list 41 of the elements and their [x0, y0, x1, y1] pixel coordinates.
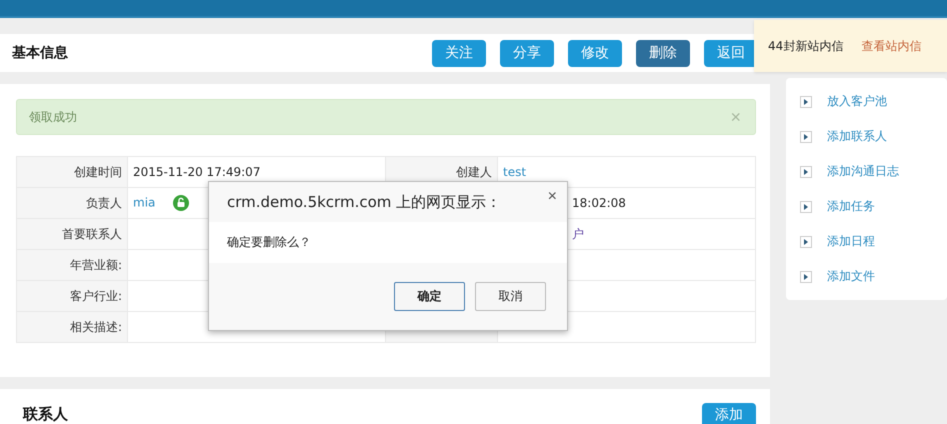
field-label: 创建人	[456, 164, 492, 178]
field-value: 18:02:08	[572, 196, 626, 210]
sidebar-item[interactable]: 添加文件	[800, 259, 933, 294]
action-button[interactable]: 关注	[432, 40, 486, 66]
play-icon	[800, 166, 812, 178]
field-label: 首要联系人	[16, 218, 128, 250]
play-icon	[800, 96, 812, 108]
section-title: 基本信息	[12, 44, 69, 62]
action-button[interactable]: 删除	[636, 40, 690, 66]
field-label: 负责人	[16, 188, 128, 218]
add-button[interactable]: 添加	[702, 403, 756, 424]
play-icon	[800, 270, 812, 282]
dialog-button[interactable]: 确定	[394, 282, 465, 311]
play-icon	[800, 236, 812, 248]
sidebar-item[interactable]: 放入客户池	[800, 84, 933, 119]
field-value: 2015-11-20 17:49:07	[133, 165, 260, 179]
notification-text: 封新站内信	[783, 38, 844, 54]
sidebar-item[interactable]: 添加联系人	[800, 119, 933, 154]
field-label: 年营业额:	[16, 250, 128, 280]
sidebar-item[interactable]: 添加沟通日志	[800, 154, 933, 189]
alert-text: 领取成功	[29, 108, 77, 126]
play-icon	[800, 130, 812, 142]
sidebar-item[interactable]: 添加任务	[800, 189, 933, 224]
view-messages-link[interactable]: 查看站内信	[861, 38, 922, 54]
close-button[interactable]: ×	[548, 188, 557, 206]
section-title: 联系人	[23, 404, 68, 424]
sidebar-item[interactable]: 添加日程	[800, 224, 933, 259]
dialog-message: 确定要删除么？	[226, 234, 312, 251]
field-link[interactable]: mia	[133, 195, 156, 210]
dialog-title: crm.demo.5kcrm.com 上的网页显示：	[227, 192, 502, 212]
play-icon	[800, 200, 812, 212]
action-button[interactable]: 分享	[500, 40, 554, 66]
field-label: 相关描述:	[16, 312, 128, 342]
field-link[interactable]: test	[503, 165, 526, 179]
field-link[interactable]: 户	[572, 226, 584, 240]
field-label: 客户行业:	[16, 280, 128, 312]
message-count: 44	[768, 39, 784, 53]
unlock-icon[interactable]	[173, 195, 190, 211]
dialog-button[interactable]: 取消	[475, 282, 546, 311]
field-label: 创建时间	[16, 156, 128, 188]
action-button[interactable]: 修改	[568, 40, 622, 66]
